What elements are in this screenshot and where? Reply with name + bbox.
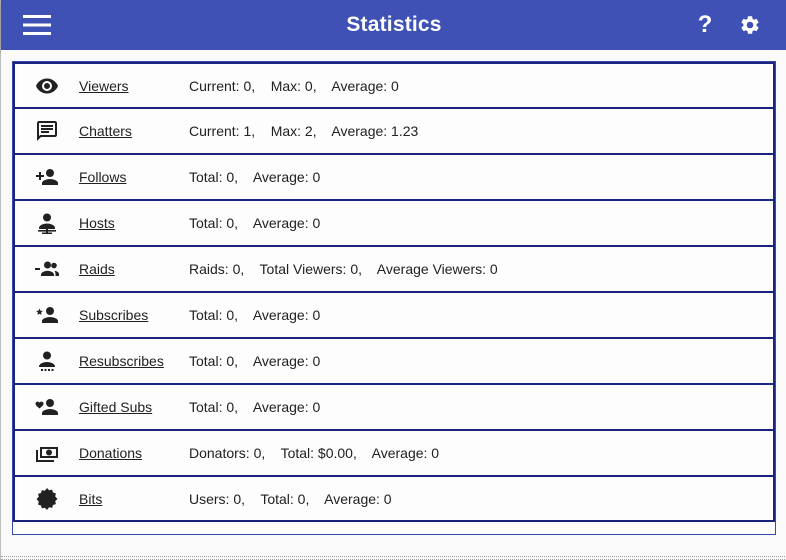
settings-button[interactable] xyxy=(728,0,772,50)
stat-label-bits[interactable]: Bits xyxy=(79,477,102,520)
stat-values-follows: Total: 0, Average: 0 xyxy=(189,169,321,185)
stat-row-follows: Follows Total: 0, Average: 0 xyxy=(13,154,775,200)
help-button[interactable]: ? xyxy=(683,0,727,50)
stat-values-raids: Raids: 0, Total Viewers: 0, Average View… xyxy=(189,261,498,277)
stat-row-donations: Donations Donators: 0, Total: $0.00, Ave… xyxy=(13,430,775,476)
stat-values-viewers: Current: 0, Max: 0, Average: 0 xyxy=(189,77,399,94)
chat-icon xyxy=(35,109,59,153)
stat-label-donations[interactable]: Donations xyxy=(79,431,142,475)
stat-label-raids[interactable]: Raids xyxy=(79,247,115,291)
stat-values-gifted-subs: Total: 0, Average: 0 xyxy=(189,399,321,415)
gifted-sub-icon xyxy=(35,385,59,429)
stat-values-resubscribes: Total: 0, Average: 0 xyxy=(189,353,321,369)
stat-label-hosts[interactable]: Hosts xyxy=(79,201,115,245)
stat-values-donations: Donators: 0, Total: $0.00, Average: 0 xyxy=(189,445,440,461)
stat-row-chatters: Chatters Current: 1, Max: 2, Average: 1.… xyxy=(13,108,775,154)
stat-values-subscribes: Total: 0, Average: 0 xyxy=(189,307,321,323)
resubscribe-icon xyxy=(35,339,59,383)
content-area: Viewers Current: 0, Max: 0, Average: 0 C… xyxy=(1,50,786,560)
bottom-divider xyxy=(1,556,786,560)
gear-icon xyxy=(741,16,759,34)
raid-icon xyxy=(35,247,59,291)
money-icon xyxy=(35,431,59,475)
stat-row-raids: Raids Raids: 0, Total Viewers: 0, Averag… xyxy=(13,246,775,292)
statistics-list: Viewers Current: 0, Max: 0, Average: 0 C… xyxy=(13,62,775,522)
statistics-card: Viewers Current: 0, Max: 0, Average: 0 C… xyxy=(12,61,776,535)
stat-row-hosts: Hosts Total: 0, Average: 0 xyxy=(13,200,775,246)
host-icon xyxy=(35,201,59,245)
subscribe-icon xyxy=(35,293,59,337)
stat-label-resubscribes[interactable]: Resubscribes xyxy=(79,339,164,383)
bits-icon xyxy=(35,477,59,520)
stat-values-bits: Users: 0, Total: 0, Average: 0 xyxy=(189,490,392,507)
eye-icon xyxy=(35,64,59,107)
stat-row-gifted-subs: Gifted Subs Total: 0, Average: 0 xyxy=(13,384,775,430)
stat-row-viewers: Viewers Current: 0, Max: 0, Average: 0 xyxy=(13,62,775,108)
stat-label-subscribes[interactable]: Subscribes xyxy=(79,293,148,337)
help-icon: ? xyxy=(697,11,713,38)
stat-row-resubscribes: Resubscribes Total: 0, Average: 0 xyxy=(13,338,775,384)
person-add-icon xyxy=(35,155,59,199)
stat-label-follows[interactable]: Follows xyxy=(79,155,126,199)
stat-label-viewers[interactable]: Viewers xyxy=(79,64,129,107)
app-bar: Statistics ? xyxy=(1,0,786,50)
stat-values-chatters: Current: 1, Max: 2, Average: 1.23 xyxy=(189,123,419,139)
page-title: Statistics xyxy=(346,13,442,36)
stat-row-bits: Bits Users: 0, Total: 0, Average: 0 xyxy=(13,476,775,522)
stat-label-gifted-subs[interactable]: Gifted Subs xyxy=(79,385,152,429)
stat-values-hosts: Total: 0, Average: 0 xyxy=(189,215,321,231)
stat-row-subscribes: Subscribes Total: 0, Average: 0 xyxy=(13,292,775,338)
stat-label-chatters[interactable]: Chatters xyxy=(79,109,132,153)
app-window: Statistics ? Viewers Current: 0, Max: 0,… xyxy=(0,0,786,560)
